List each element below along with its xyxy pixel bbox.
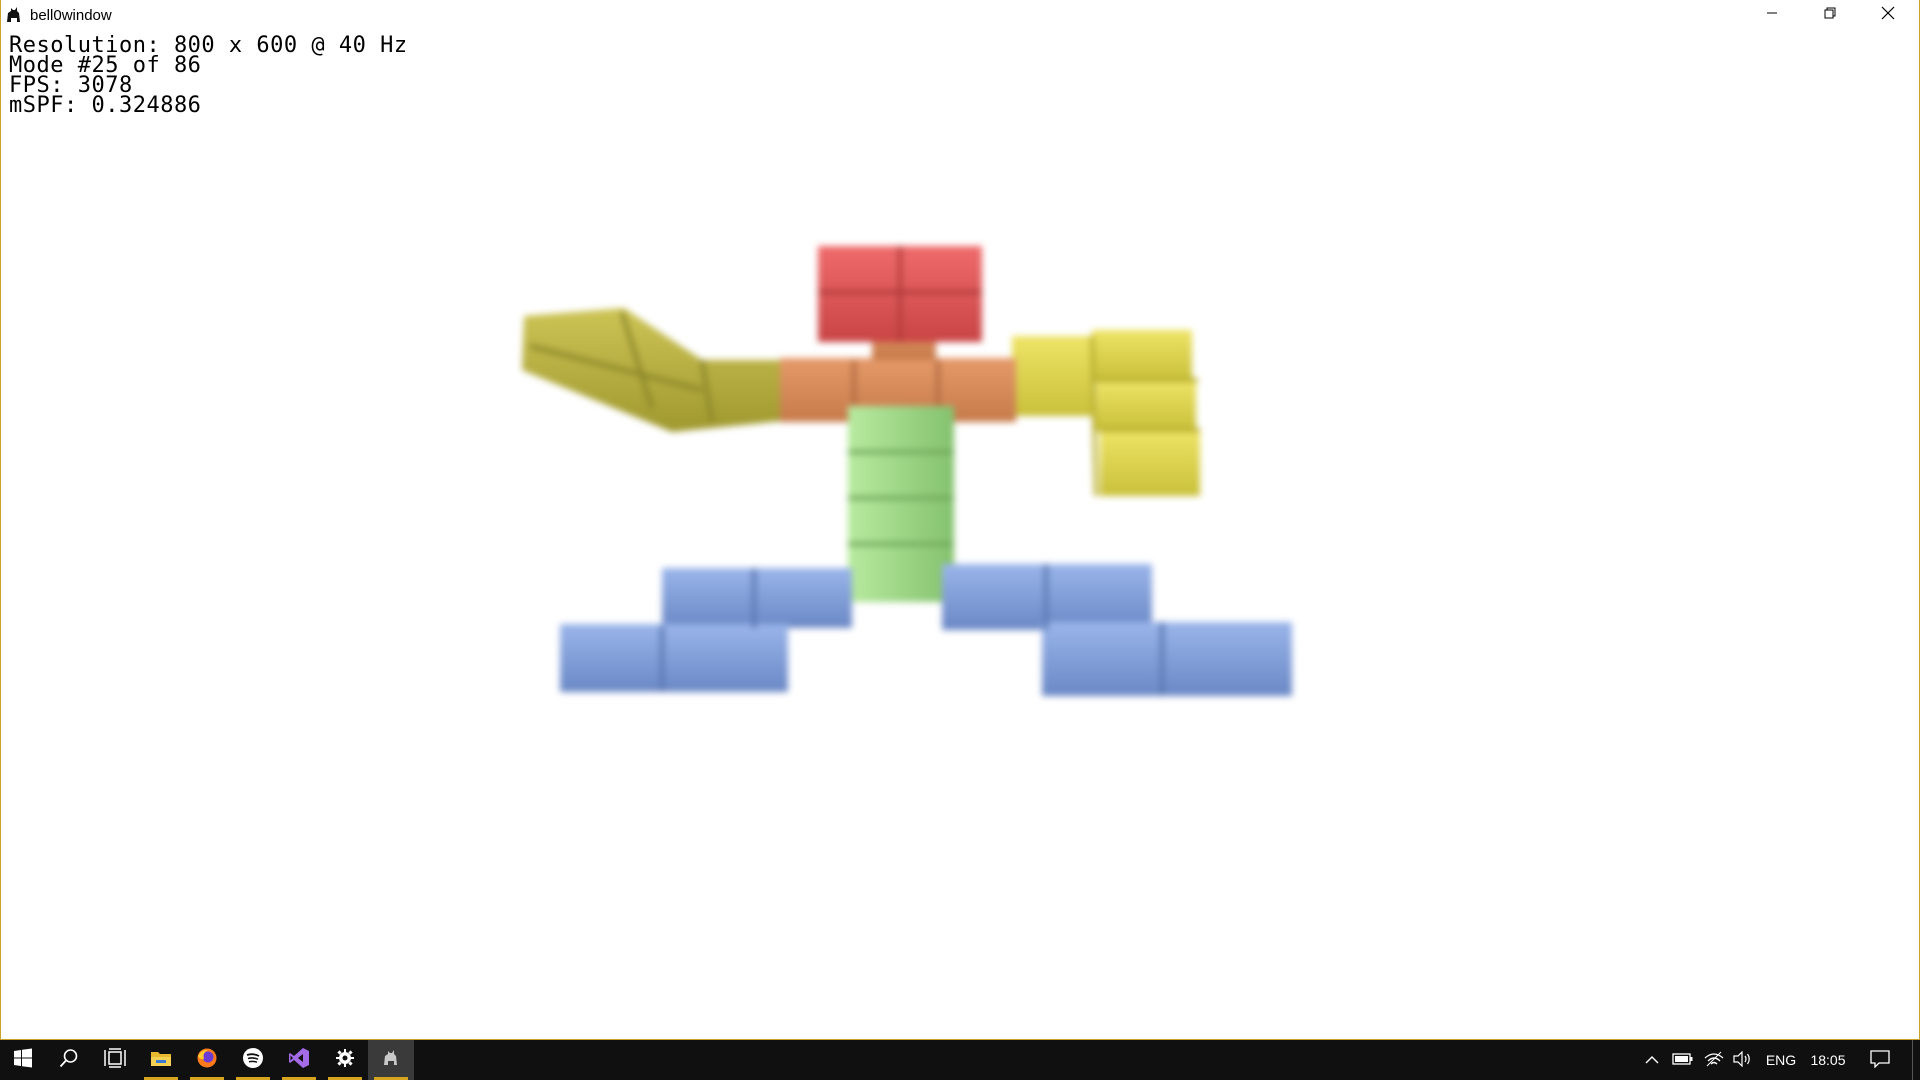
app-window: bell0window Resolution: 800 x 600 @ 40 H… bbox=[0, 0, 1920, 1040]
close-icon bbox=[1881, 6, 1895, 25]
restore-button[interactable] bbox=[1801, 0, 1859, 30]
file-explorer-button[interactable] bbox=[138, 1040, 184, 1080]
close-button[interactable] bbox=[1859, 0, 1917, 30]
battery-button[interactable] bbox=[1668, 1040, 1698, 1080]
task-view-button[interactable] bbox=[92, 1040, 138, 1080]
cat-icon bbox=[5, 6, 23, 24]
visual-studio-button[interactable] bbox=[276, 1040, 322, 1080]
cat-icon bbox=[382, 1049, 400, 1072]
minimize-icon bbox=[1766, 6, 1778, 24]
render-viewport[interactable]: Resolution: 800 x 600 @ 40 Hz Mode #25 o… bbox=[2, 30, 1918, 1039]
search-icon bbox=[59, 1048, 79, 1073]
mspf-readout: mSPF: 0.324886 bbox=[9, 93, 202, 118]
firefox-icon bbox=[196, 1047, 218, 1074]
folder-icon bbox=[150, 1048, 172, 1073]
head bbox=[818, 246, 982, 342]
taskbar: ENG 18:05 bbox=[0, 1040, 1920, 1080]
gear-icon bbox=[335, 1048, 355, 1073]
right-leg bbox=[942, 564, 1292, 696]
task-view-icon bbox=[104, 1047, 126, 1073]
left-leg bbox=[560, 568, 852, 692]
torso bbox=[848, 406, 954, 602]
bell0window-taskbar-button[interactable] bbox=[368, 1040, 414, 1080]
title-bar[interactable]: bell0window bbox=[1, 0, 1919, 30]
firefox-button[interactable] bbox=[184, 1040, 230, 1080]
start-button[interactable] bbox=[0, 1040, 46, 1080]
restore-icon bbox=[1824, 6, 1836, 24]
action-center-button[interactable] bbox=[1864, 1040, 1896, 1080]
language-indicator[interactable]: ENG bbox=[1762, 1040, 1800, 1080]
windows-icon bbox=[13, 1048, 33, 1073]
show-hidden-icons-button[interactable] bbox=[1640, 1040, 1664, 1080]
left-arm bbox=[522, 308, 792, 432]
music-app-button[interactable] bbox=[230, 1040, 276, 1080]
volume-button[interactable] bbox=[1728, 1040, 1756, 1080]
wifi-icon bbox=[1704, 1051, 1724, 1070]
show-desktop-button[interactable] bbox=[1912, 1040, 1920, 1080]
right-arm bbox=[1012, 330, 1200, 497]
spotify-icon bbox=[242, 1047, 264, 1074]
window-title: bell0window bbox=[30, 7, 112, 24]
minimize-button[interactable] bbox=[1743, 0, 1801, 30]
notification-icon bbox=[1870, 1049, 1890, 1071]
speaker-icon bbox=[1732, 1050, 1752, 1070]
voxel-figure bbox=[522, 246, 1292, 696]
settings-button[interactable] bbox=[322, 1040, 368, 1080]
stats-overlay: Resolution: 800 x 600 @ 40 Hz Mode #25 o… bbox=[9, 35, 408, 118]
clock[interactable]: 18:05 bbox=[1806, 1040, 1850, 1080]
network-button[interactable] bbox=[1700, 1040, 1728, 1080]
visual-studio-icon bbox=[288, 1047, 310, 1074]
chevron-up-icon bbox=[1645, 1052, 1659, 1068]
search-button[interactable] bbox=[46, 1040, 92, 1080]
battery-icon bbox=[1672, 1052, 1694, 1069]
